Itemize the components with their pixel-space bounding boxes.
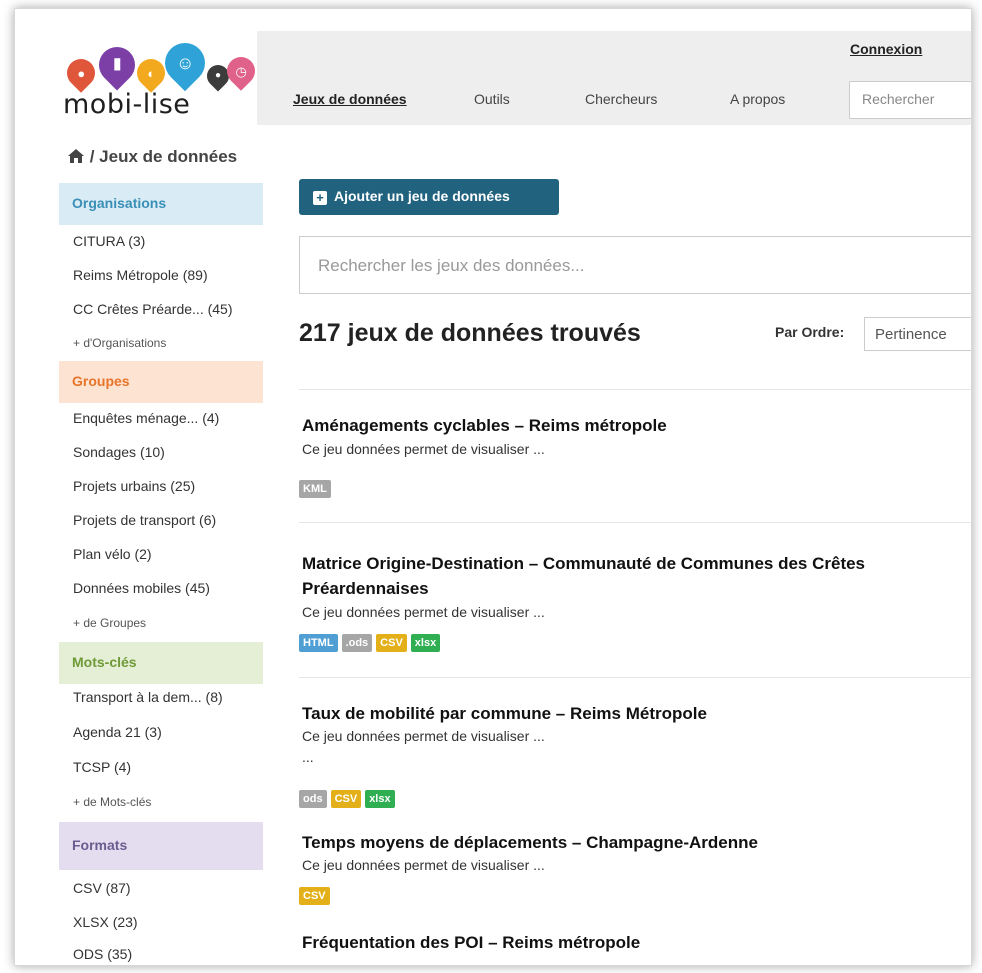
- sidebar-motscles-heading: Mots-clés: [59, 642, 263, 684]
- badge-csv[interactable]: CSV: [376, 634, 407, 652]
- clock-icon: ◷: [221, 51, 261, 91]
- breadcrumb-current: / Jeux de données: [89, 147, 238, 166]
- sidebar-more-groupes[interactable]: + de Groupes: [73, 616, 146, 630]
- format-badges: KML: [299, 480, 331, 498]
- badge-html[interactable]: HTML: [299, 634, 338, 652]
- sidebar-item-cc-cretes[interactable]: CC Crêtes Préarde... (45): [73, 301, 233, 317]
- sidebar-item-tcsp[interactable]: TCSP (4): [73, 759, 131, 775]
- divider: [299, 677, 971, 678]
- dataset-description: Ce jeu données permet de visualiser ...: [302, 604, 545, 620]
- sidebar-organisations-heading: Organisations: [59, 183, 263, 225]
- plus-icon: +: [313, 191, 327, 205]
- badge-csv[interactable]: CSV: [330, 790, 362, 808]
- dataset-description: Ce jeu données permet de visualiser ...: [302, 441, 545, 457]
- map-pin-icon: ●: [61, 53, 101, 93]
- sidebar-item-ods[interactable]: ODS (35): [73, 946, 132, 962]
- breadcrumb: / Jeux de données: [67, 147, 237, 167]
- sidebar-item-reims-metropole[interactable]: Reims Métropole (89): [73, 267, 208, 283]
- sidebar-item-citura[interactable]: CITURA (3): [73, 233, 145, 249]
- nav-about[interactable]: A propos: [730, 91, 785, 107]
- add-dataset-button[interactable]: + Ajouter un jeu de données: [299, 179, 559, 215]
- format-badges: HTML .ods CSV xlsx: [299, 634, 441, 652]
- badge-csv[interactable]: CSV: [299, 887, 330, 905]
- logo-text: mobi-lise: [63, 89, 191, 120]
- dataset-description-more: ...: [302, 749, 314, 765]
- sidebar-item-sondages[interactable]: Sondages (10): [73, 444, 165, 460]
- header-search-input[interactable]: Rechercher: [849, 81, 971, 119]
- sidebar-item-csv[interactable]: CSV (87): [73, 880, 131, 896]
- nav-datasets[interactable]: Jeux de données: [293, 91, 407, 107]
- format-badges: CSV: [299, 887, 330, 905]
- dataset-title[interactable]: Matrice Origine-Destination – Communauté…: [302, 551, 942, 601]
- badge-xlsx[interactable]: xlsx: [410, 634, 441, 652]
- sidebar-item-projets-urbains[interactable]: Projets urbains (25): [73, 478, 195, 494]
- dataset-title[interactable]: Aménagements cyclables – Reims métropole: [302, 413, 942, 438]
- divider: [299, 389, 971, 390]
- add-dataset-label: Ajouter un jeu de données: [334, 188, 510, 204]
- sidebar-item-donnees-mobiles[interactable]: Données mobiles (45): [73, 580, 210, 596]
- badge-xlsx[interactable]: xlsx: [365, 790, 395, 808]
- sidebar-more-motscles[interactable]: + de Mots-clés: [73, 795, 151, 809]
- sort-label: Par Ordre:: [775, 324, 845, 340]
- sidebar-item-agenda21[interactable]: Agenda 21 (3): [73, 724, 162, 740]
- dataset-title[interactable]: Temps moyens de déplacements – Champagne…: [302, 830, 942, 855]
- login-link[interactable]: Connexion: [850, 41, 922, 57]
- sidebar-more-organisations[interactable]: + d'Organisations: [73, 336, 166, 350]
- dataset-description: Ce jeu données permet de visualiser ...: [302, 728, 545, 744]
- nav-researchers[interactable]: Chercheurs: [585, 91, 657, 107]
- sidebar-groupes-heading: Groupes: [59, 361, 263, 403]
- badge-ods[interactable]: .ods: [341, 634, 373, 652]
- pedestrian-icon: ☺: [156, 34, 214, 92]
- nav-tools[interactable]: Outils: [474, 91, 510, 107]
- chart-icon: ▮: [91, 39, 143, 91]
- dataset-search-input[interactable]: Rechercher les jeux des données...: [299, 236, 971, 294]
- sidebar-item-xlsx[interactable]: XLSX (23): [73, 914, 138, 930]
- home-icon[interactable]: [67, 148, 85, 164]
- divider: [299, 522, 971, 523]
- result-count: 217 jeux de données trouvés: [299, 319, 641, 347]
- sidebar-item-projets-transport[interactable]: Projets de transport (6): [73, 512, 216, 528]
- sort-select[interactable]: Pertinence: [864, 317, 971, 351]
- app-window: ● ▮ ◐ ☺ ● ◷ mobi-lise Connexion Jeux de …: [14, 8, 972, 966]
- dataset-title[interactable]: Fréquentation des POI – Reims métropole: [302, 930, 942, 955]
- format-badges: ods CSV xlsx: [299, 790, 395, 808]
- dataset-description: Ce jeu données permet de visualiser ...: [302, 857, 545, 873]
- sidebar-formats-heading: Formats: [59, 822, 263, 870]
- logo[interactable]: ● ▮ ◐ ☺ ● ◷ mobi-lise: [37, 31, 261, 125]
- badge-kml[interactable]: KML: [299, 480, 331, 498]
- badge-ods[interactable]: ods: [299, 790, 327, 808]
- sidebar-item-plan-velo[interactable]: Plan vélo (2): [73, 546, 152, 562]
- sidebar-item-transport-demande[interactable]: Transport à la dem... (8): [73, 689, 223, 705]
- sidebar-item-enquetes[interactable]: Enquêtes ménage... (4): [73, 410, 219, 426]
- dataset-title[interactable]: Taux de mobilité par commune – Reims Mét…: [302, 701, 942, 726]
